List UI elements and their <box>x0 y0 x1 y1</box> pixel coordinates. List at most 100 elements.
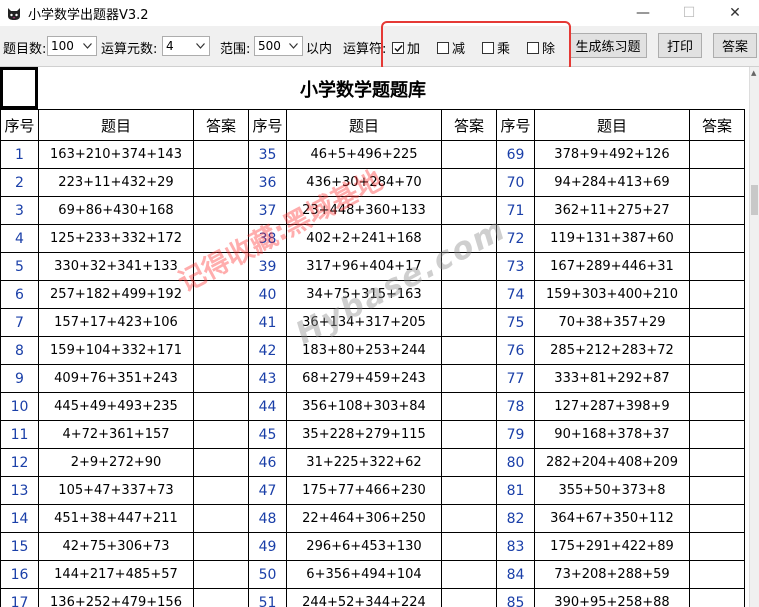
question-number-cell[interactable]: 42 <box>248 336 287 365</box>
answer-cell[interactable] <box>441 364 497 393</box>
question-number-cell[interactable]: 73 <box>496 252 535 281</box>
question-number-cell[interactable]: 3 <box>0 196 39 225</box>
scrollbar-thumb[interactable] <box>751 185 758 215</box>
question-number-cell[interactable]: 77 <box>496 364 535 393</box>
answer-cell[interactable] <box>441 280 497 309</box>
answer-cell[interactable] <box>689 420 745 449</box>
sheet-corner-cell[interactable] <box>0 67 38 109</box>
answer-cell[interactable] <box>689 476 745 505</box>
answer-cell[interactable] <box>689 364 745 393</box>
question-cell[interactable]: 362+11+275+27 <box>534 196 690 225</box>
question-cell[interactable]: 144+217+485+57 <box>38 560 194 589</box>
question-number-cell[interactable]: 37 <box>248 196 287 225</box>
question-number-cell[interactable]: 2 <box>0 168 39 197</box>
question-cell[interactable]: 402+2+241+168 <box>286 224 442 253</box>
question-number-cell[interactable]: 85 <box>496 588 535 607</box>
question-cell[interactable]: 157+17+423+106 <box>38 308 194 337</box>
print-button[interactable]: 打印 <box>658 33 702 58</box>
answer-cell[interactable] <box>441 168 497 197</box>
question-number-cell[interactable]: 84 <box>496 560 535 589</box>
answer-cell[interactable] <box>689 448 745 477</box>
question-number-cell[interactable]: 10 <box>0 392 39 421</box>
answer-cell[interactable] <box>689 308 745 337</box>
question-cell[interactable]: 364+67+350+112 <box>534 504 690 533</box>
answer-cell[interactable] <box>441 476 497 505</box>
answer-cell[interactable] <box>441 336 497 365</box>
question-number-cell[interactable]: 44 <box>248 392 287 421</box>
vertical-scrollbar[interactable]: ▲ <box>749 67 759 607</box>
answer-cell[interactable] <box>193 532 249 561</box>
question-number-cell[interactable]: 78 <box>496 392 535 421</box>
question-cell[interactable]: 163+210+374+143 <box>38 140 194 169</box>
question-number-cell[interactable]: 51 <box>248 588 287 607</box>
answer-cell[interactable] <box>193 140 249 169</box>
question-cell[interactable]: 31+225+322+62 <box>286 448 442 477</box>
answer-cell[interactable] <box>193 448 249 477</box>
answer-cell[interactable] <box>441 196 497 225</box>
question-cell[interactable]: 125+233+332+172 <box>38 224 194 253</box>
question-cell[interactable]: 35+228+279+115 <box>286 420 442 449</box>
question-number-cell[interactable]: 72 <box>496 224 535 253</box>
question-number-cell[interactable]: 69 <box>496 140 535 169</box>
answer-cell[interactable] <box>689 140 745 169</box>
range-select[interactable]: 500 <box>254 36 303 56</box>
question-cell[interactable]: 167+289+446+31 <box>534 252 690 281</box>
question-cell[interactable]: 356+108+303+84 <box>286 392 442 421</box>
answer-cell[interactable] <box>441 308 497 337</box>
question-number-cell[interactable]: 45 <box>248 420 287 449</box>
question-number-cell[interactable]: 17 <box>0 588 39 607</box>
question-cell[interactable]: 390+95+258+88 <box>534 588 690 607</box>
question-number-cell[interactable]: 36 <box>248 168 287 197</box>
question-cell[interactable]: 409+76+351+243 <box>38 364 194 393</box>
question-cell[interactable]: 445+49+493+235 <box>38 392 194 421</box>
question-number-cell[interactable]: 75 <box>496 308 535 337</box>
question-cell[interactable]: 330+32+341+133 <box>38 252 194 281</box>
question-cell[interactable]: 285+212+283+72 <box>534 336 690 365</box>
question-number-cell[interactable]: 38 <box>248 224 287 253</box>
answer-cell[interactable] <box>441 560 497 589</box>
question-cell[interactable]: 22+464+306+250 <box>286 504 442 533</box>
question-cell[interactable]: 175+291+422+89 <box>534 532 690 561</box>
question-number-cell[interactable]: 43 <box>248 364 287 393</box>
question-cell[interactable]: 244+52+344+224 <box>286 588 442 607</box>
question-cell[interactable]: 378+9+492+126 <box>534 140 690 169</box>
answer-cell[interactable] <box>193 560 249 589</box>
answer-cell[interactable] <box>689 280 745 309</box>
answer-cell[interactable] <box>441 420 497 449</box>
question-cell[interactable]: 127+287+398+9 <box>534 392 690 421</box>
question-number-cell[interactable]: 11 <box>0 420 39 449</box>
question-number-cell[interactable]: 5 <box>0 252 39 281</box>
generate-button[interactable]: 生成练习题 <box>569 33 647 58</box>
answer-cell[interactable] <box>441 448 497 477</box>
answer-cell[interactable] <box>193 336 249 365</box>
question-cell[interactable]: 23+448+360+133 <box>286 196 442 225</box>
question-number-cell[interactable]: 74 <box>496 280 535 309</box>
question-number-cell[interactable]: 16 <box>0 560 39 589</box>
answer-cell[interactable] <box>689 532 745 561</box>
answer-cell[interactable] <box>689 224 745 253</box>
question-number-cell[interactable]: 15 <box>0 532 39 561</box>
count-select[interactable]: 100 <box>47 36 97 56</box>
answer-cell[interactable] <box>441 588 497 607</box>
question-number-cell[interactable]: 83 <box>496 532 535 561</box>
question-number-cell[interactable]: 9 <box>0 364 39 393</box>
question-cell[interactable]: 4+72+361+157 <box>38 420 194 449</box>
question-number-cell[interactable]: 40 <box>248 280 287 309</box>
close-icon[interactable]: ✕ <box>712 0 758 26</box>
answer-cell[interactable] <box>441 224 497 253</box>
question-cell[interactable]: 70+38+357+29 <box>534 308 690 337</box>
answer-cell[interactable] <box>193 196 249 225</box>
question-number-cell[interactable]: 70 <box>496 168 535 197</box>
question-number-cell[interactable]: 81 <box>496 476 535 505</box>
question-number-cell[interactable]: 13 <box>0 476 39 505</box>
question-number-cell[interactable]: 1 <box>0 140 39 169</box>
question-cell[interactable]: 6+356+494+104 <box>286 560 442 589</box>
answer-cell[interactable] <box>193 224 249 253</box>
answer-cell[interactable] <box>689 392 745 421</box>
answer-cell[interactable] <box>689 560 745 589</box>
question-number-cell[interactable]: 50 <box>248 560 287 589</box>
answer-cell[interactable] <box>689 504 745 533</box>
question-cell[interactable]: 436+30+284+70 <box>286 168 442 197</box>
operands-select[interactable]: 4 <box>162 36 210 56</box>
question-cell[interactable]: 136+252+479+156 <box>38 588 194 607</box>
